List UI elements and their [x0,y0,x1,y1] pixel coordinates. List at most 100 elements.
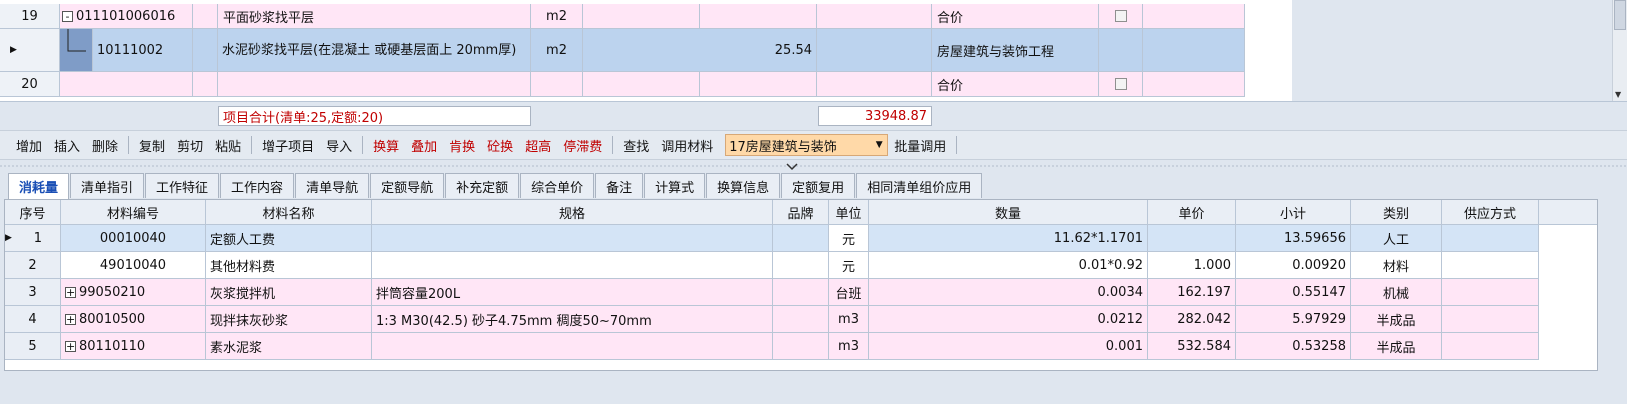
tab-conversion-info[interactable]: 换算信息 [706,173,781,198]
find-button[interactable]: 查找 [617,136,655,155]
batch-call-button[interactable]: 批量调用 [888,136,952,155]
material-subtotal[interactable]: 5.97929 [1236,306,1351,333]
table-row[interactable]: 19 - 011101006016 平面砂浆找平层 m2 合价 [0,4,1292,29]
checkbox-cell[interactable] [1099,4,1143,29]
material-price[interactable]: 1.000 [1148,252,1236,279]
cell[interactable] [193,4,218,29]
material-name[interactable]: 素水泥浆 [206,333,372,360]
tab-quota-navigation[interactable]: 定额导航 [370,173,445,198]
col-header-supply[interactable]: 供应方式 [1442,200,1539,225]
insert-button[interactable]: 插入 [48,136,86,155]
item-unit[interactable] [531,72,583,97]
col-header-brand[interactable]: 品牌 [773,200,829,225]
cell[interactable] [193,72,218,97]
cell[interactable] [1143,72,1245,97]
material-name[interactable]: 其他材料费 [206,252,372,279]
item-type[interactable]: 合价 [932,4,1099,29]
scrollbar-thumb[interactable] [1614,0,1626,30]
material-qty[interactable]: 0.0212 [869,306,1148,333]
material-unit[interactable]: m3 [829,306,869,333]
delete-button[interactable]: 删除 [86,136,124,155]
call-material-button[interactable]: 调用材料 [655,136,719,155]
material-category[interactable]: 人工 [1351,225,1442,252]
material-price[interactable] [1148,225,1236,252]
cell[interactable] [700,4,817,29]
item-qty[interactable] [583,4,700,29]
material-brand[interactable] [773,252,829,279]
tab-consumption[interactable]: 消耗量 [8,173,70,199]
tab-work-content[interactable]: 工作内容 [220,173,295,198]
tab-remarks[interactable]: 备注 [595,173,644,198]
ken-convert-button[interactable]: 肯换 [443,136,481,155]
material-supply[interactable] [1442,333,1539,360]
tab-supplementary-quota[interactable]: 补充定额 [445,173,520,198]
cut-button[interactable]: 剪切 [171,136,209,155]
item-type[interactable]: 合价 [932,72,1099,97]
material-unit[interactable]: 元 [829,252,869,279]
super-height-button[interactable]: 超高 [519,136,557,155]
material-brand[interactable] [773,225,829,252]
panel-splitter[interactable] [0,160,1627,171]
material-supply[interactable] [1442,279,1539,306]
material-unit[interactable]: m3 [829,333,869,360]
material-supply[interactable] [1442,306,1539,333]
cell[interactable] [817,29,932,72]
material-category[interactable]: 材料 [1351,252,1442,279]
table-row[interactable]: 20 合价 [0,72,1292,97]
material-subtotal[interactable]: 0.53258 [1236,333,1351,360]
tab-formula[interactable]: 计算式 [644,173,706,198]
col-header-category[interactable]: 类别 [1351,200,1442,225]
material-brand[interactable] [773,279,829,306]
item-unit[interactable]: m2 [531,4,583,29]
material-subtotal[interactable]: 0.55147 [1236,279,1351,306]
table-row[interactable]: 2 49010040 其他材料费 元 0.01*0.92 1.000 0.009… [5,252,1599,279]
material-price[interactable]: 162.197 [1148,279,1236,306]
material-qty[interactable]: 0.01*0.92 [869,252,1148,279]
chevron-down-icon[interactable]: ▼ [871,140,888,150]
cell[interactable] [817,4,932,29]
table-row-selected[interactable]: ▶ 1 00010040 定额人工费 元 11.62*1.1701 13.5965… [5,225,1599,252]
material-brand[interactable] [773,333,829,360]
concrete-convert-button[interactable]: 砼换 [481,136,519,155]
item-code[interactable] [60,72,193,97]
material-subtotal[interactable]: 0.00920 [1236,252,1351,279]
material-spec[interactable]: 拌筒容量200L [372,279,773,306]
material-spec[interactable]: 1:3 M30(42.5) 砂子4.75mm 稠度50~70mm [372,306,773,333]
checkbox[interactable] [1114,10,1127,22]
material-price[interactable]: 532.584 [1148,333,1236,360]
material-code-cell[interactable]: +80110110 [61,333,206,360]
item-qty[interactable] [583,72,700,97]
material-qty[interactable]: 11.62*1.1701 [869,225,1148,252]
tab-same-bill-pricing[interactable]: 相同清单组价应用 [856,173,983,198]
material-supply[interactable] [1442,225,1539,252]
import-button[interactable]: 导入 [320,136,358,155]
material-price[interactable]: 282.042 [1148,306,1236,333]
tab-bill-guide[interactable]: 清单指引 [70,173,145,198]
copy-button[interactable]: 复制 [133,136,171,155]
material-unit[interactable]: 台班 [829,279,869,306]
col-header-code[interactable]: 材料编号 [61,200,206,225]
item-name[interactable]: 平面砂浆找平层 [218,4,531,29]
item-name[interactable] [218,72,531,97]
item-code-cell[interactable]: - 011101006016 [60,4,193,29]
col-header-price[interactable]: 单价 [1148,200,1236,225]
table-row[interactable]: 5 +80110110 素水泥浆 m3 0.001 532.584 0.5325… [5,333,1599,360]
paste-button[interactable]: 粘贴 [209,136,247,155]
vertical-scrollbar[interactable]: ▼ [1612,0,1627,101]
scroll-down-icon[interactable]: ▼ [1615,90,1621,99]
material-code-cell[interactable]: +80010500 [61,306,206,333]
item-type[interactable]: 房屋建筑与装饰工程 [932,29,1099,72]
expand-icon[interactable]: + [65,313,76,325]
library-select[interactable]: 17房屋建筑与装饰 ▼ [725,134,889,156]
material-subtotal[interactable]: 13.59656 [1236,225,1351,252]
cell[interactable] [1099,29,1143,72]
material-qty[interactable]: 0.0034 [869,279,1148,306]
material-category[interactable]: 半成品 [1351,333,1442,360]
add-subitem-button[interactable]: 增子项目 [256,136,320,155]
material-category[interactable]: 机械 [1351,279,1442,306]
material-code[interactable]: 00010040 [61,225,206,252]
col-header-qty[interactable]: 数量 [869,200,1148,225]
add-button[interactable]: 增加 [10,136,48,155]
material-supply[interactable] [1442,252,1539,279]
tab-work-features[interactable]: 工作特征 [145,173,220,198]
